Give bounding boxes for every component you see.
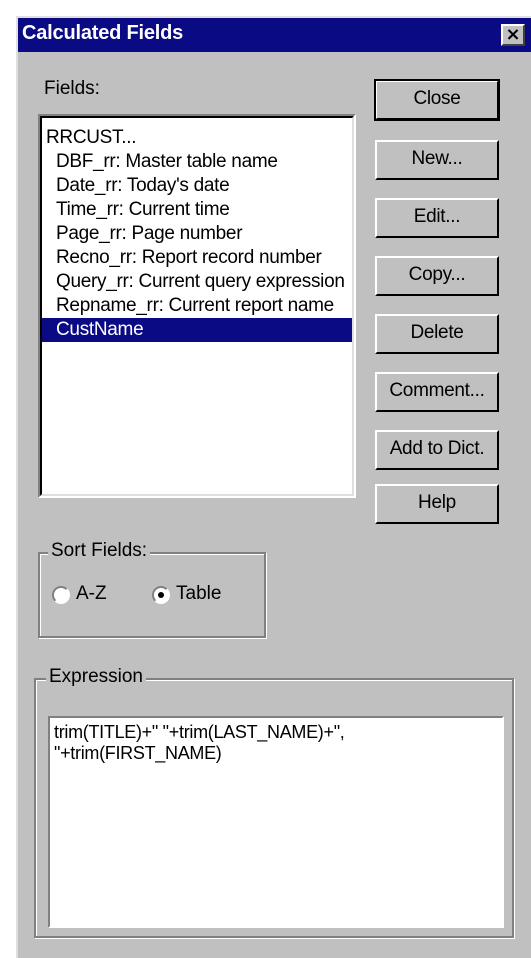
fields-label: Fields:: [44, 78, 100, 100]
sort-az-radio[interactable]: [52, 586, 70, 604]
calculated-fields-dialog: Calculated Fields × Fields: RRCUST... DB…: [16, 16, 531, 958]
field-item-recno[interactable]: Recno_rr: Report record number: [42, 246, 352, 270]
field-item-query[interactable]: Query_rr: Current query expression: [42, 270, 352, 294]
edit-button[interactable]: Edit...: [375, 198, 499, 238]
field-item-page[interactable]: Page_rr: Page number: [42, 222, 352, 246]
copy-button[interactable]: Copy...: [375, 256, 499, 296]
close-window-icon[interactable]: ×: [501, 24, 525, 46]
field-item-dbf[interactable]: DBF_rr: Master table name: [42, 150, 352, 174]
field-item-custname[interactable]: CustName: [42, 318, 352, 342]
sort-table-label[interactable]: Table: [176, 583, 221, 605]
sort-table-radio[interactable]: [152, 586, 170, 604]
field-item-repname[interactable]: Repname_rr: Current report name: [42, 294, 352, 318]
radio-selected-dot: [158, 592, 164, 598]
fields-listbox-frame: RRCUST... DBF_rr: Master table name Date…: [40, 116, 354, 496]
close-button[interactable]: Close: [374, 79, 500, 121]
field-item-date[interactable]: Date_rr: Today's date: [42, 174, 352, 198]
field-item-rrcust[interactable]: RRCUST...: [42, 126, 352, 150]
comment-button[interactable]: Comment...: [375, 372, 499, 412]
fields-label-text: Fields:: [44, 78, 100, 99]
dialog-title: Calculated Fields: [22, 22, 184, 44]
expression-label: Expression: [46, 666, 146, 688]
new-button[interactable]: New...: [375, 140, 499, 180]
delete-button[interactable]: Delete: [375, 314, 499, 354]
add-to-dict-button[interactable]: Add to Dict.: [375, 430, 499, 470]
title-bar[interactable]: Calculated Fields ×: [18, 18, 531, 52]
fields-listbox[interactable]: RRCUST... DBF_rr: Master table name Date…: [38, 114, 356, 498]
help-button[interactable]: Help: [375, 484, 499, 524]
sort-fields-group: Sort Fields: A-Z Table: [38, 540, 266, 638]
sort-az-label[interactable]: A-Z: [76, 583, 107, 605]
field-item-time[interactable]: Time_rr: Current time: [42, 198, 352, 222]
sort-fields-label: Sort Fields:: [48, 540, 151, 562]
expression-textarea[interactable]: trim(TITLE)+" "+trim(LAST_NAME)+", "+tri…: [48, 716, 504, 928]
